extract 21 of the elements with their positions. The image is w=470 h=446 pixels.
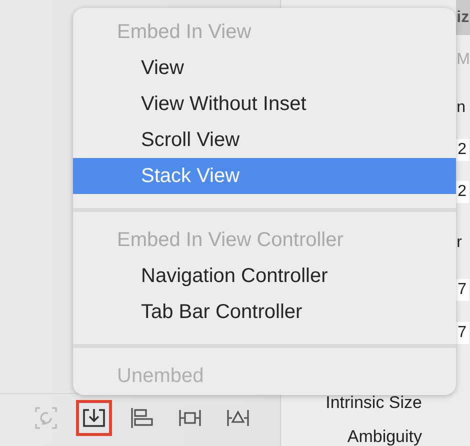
menu-item[interactable]: Scroll View (73, 122, 456, 158)
menu-section-header: Embed In View (116, 20, 252, 45)
menu-section-header: Embed In View Controller (116, 228, 344, 253)
field-label: n (456, 99, 466, 117)
menu-item[interactable]: View (73, 50, 456, 86)
field-label: Ambiguity (347, 427, 422, 446)
section-header: iz (456, 8, 470, 26)
value-field[interactable]: 2 (456, 139, 469, 161)
embed-icon (81, 406, 107, 430)
align-icon (129, 406, 155, 430)
menu-item[interactable]: View Without Inset (73, 86, 456, 122)
menu-item[interactable]: Tab Bar Controller (73, 294, 456, 330)
value-field[interactable]: 2 (456, 181, 469, 203)
embed-button[interactable] (76, 400, 112, 436)
field-label: r (456, 234, 462, 252)
update-frames-icon (33, 406, 59, 430)
field-label: Intrinsic Size (326, 393, 422, 413)
value-field[interactable]: 7 (456, 279, 469, 301)
value-field[interactable]: 7 (456, 322, 469, 344)
field-hint: M (456, 51, 470, 69)
menu-item[interactable]: Navigation Controller (73, 258, 456, 294)
